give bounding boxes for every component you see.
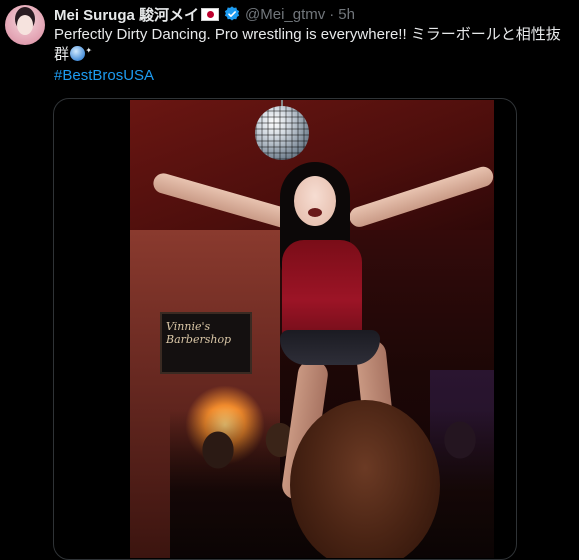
tweet-text: Perfectly Dirty Dancing. Pro wrestling i… xyxy=(54,25,574,65)
tweet-header: Mei Suruga 駿河メイ @Mei_gtmv · 5h xyxy=(54,4,355,24)
author-display-name[interactable]: Mei Suruga 駿河メイ xyxy=(54,4,199,25)
author-handle[interactable]: @Mei_gtmv xyxy=(245,6,325,23)
wrestler-face xyxy=(294,176,336,226)
sign-line-2: Barbershop xyxy=(166,333,232,346)
verified-badge-icon[interactable] xyxy=(223,5,241,23)
lifter-head xyxy=(290,400,440,558)
video-player[interactable]: Vinnie's Barbershop xyxy=(130,100,494,558)
sign-line-1: Vinnie's xyxy=(166,320,211,333)
hashtag-link[interactable]: #BestBrosUSA xyxy=(54,67,154,84)
barbershop-sign: Vinnie's Barbershop xyxy=(160,312,252,374)
media-container[interactable]: Vinnie's Barbershop xyxy=(53,98,517,560)
author-avatar[interactable] xyxy=(5,5,45,45)
tweet-text-line-2: 群 xyxy=(54,41,574,65)
tweet-text-line-2-text: 群 xyxy=(54,46,70,63)
wrestler-skirt xyxy=(280,330,380,365)
avatar-portrait xyxy=(17,15,33,35)
post-timestamp[interactable]: 5h xyxy=(338,6,355,23)
mirror-ball-icon xyxy=(70,41,92,61)
disco-ball xyxy=(255,106,309,160)
japan-flag-icon xyxy=(201,7,220,21)
wrestler-mouth xyxy=(308,208,322,217)
tweet-text-line-1: Perfectly Dirty Dancing. Pro wrestling i… xyxy=(54,26,561,43)
separator-dot: · xyxy=(329,5,335,23)
